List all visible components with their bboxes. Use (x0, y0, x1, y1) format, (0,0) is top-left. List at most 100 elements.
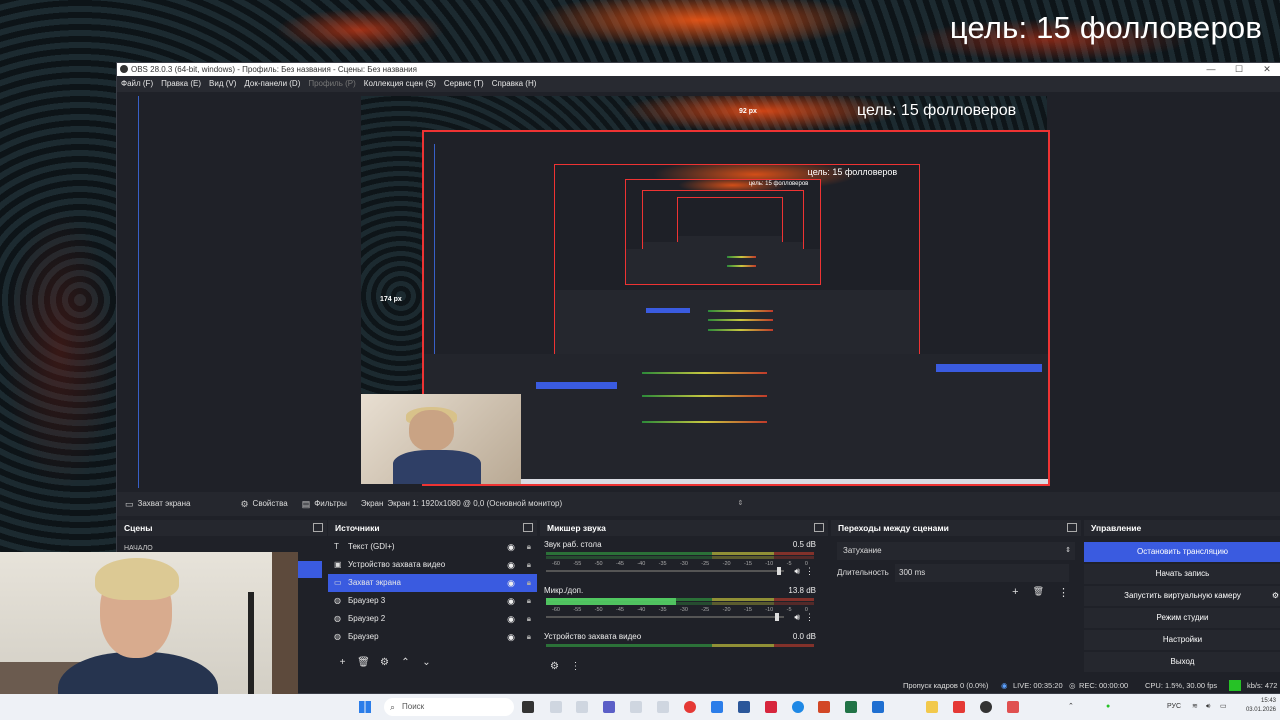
undock-icon[interactable] (1067, 523, 1077, 532)
studio-mode-button[interactable]: Режим студии (1084, 608, 1280, 628)
menu-tools[interactable]: Сервис (T) (440, 76, 488, 92)
file-icon[interactable] (576, 701, 588, 713)
filters-button[interactable]: ▤ Фильтры (302, 492, 347, 516)
nested-preview-1: цель: 15 фолловеров цель: 15 фолловеров (554, 164, 920, 356)
volume-slider[interactable] (546, 567, 784, 575)
gear-icon[interactable]: ⚙ (376, 655, 393, 670)
more-options-icon[interactable]: ⋮ (805, 612, 814, 623)
eye-icon[interactable]: ◉ (507, 556, 515, 574)
channel-db: 13.8 dB (788, 586, 816, 595)
menu-scene-collection[interactable]: Коллекция сцен (S) (360, 76, 440, 92)
move-up-icon[interactable]: ⌃ (397, 655, 414, 670)
trash-icon[interactable]: 🗑︎ (355, 655, 372, 670)
scale-tick: -45 (615, 561, 624, 567)
lock-icon[interactable]: 🔒︎ (527, 592, 531, 610)
eye-icon[interactable]: ◉ (507, 592, 515, 610)
tray-app-icon[interactable]: ● (1106, 694, 1110, 720)
speaker-icon[interactable]: 🔊︎ (794, 612, 800, 623)
undock-icon[interactable] (313, 523, 323, 532)
stop-streaming-button[interactable]: Остановить трансляцию (1084, 542, 1280, 562)
app-icon[interactable] (872, 701, 884, 713)
eye-icon[interactable]: ◉ (507, 628, 515, 646)
app-icon[interactable] (1007, 701, 1019, 713)
menu-edit[interactable]: Правка (E) (157, 76, 205, 92)
obs-taskbar-icon[interactable] (980, 701, 992, 713)
eye-icon[interactable]: ◉ (507, 538, 515, 556)
lock-icon[interactable]: 🔒︎ (527, 538, 531, 556)
preview-canvas[interactable]: цель: 15 фолловеров 92 px 174 px цель: 1… (117, 92, 1280, 492)
file-icon[interactable] (550, 701, 562, 713)
properties-button[interactable]: ⚙ Свойства (240, 492, 287, 516)
volume-slider-handle[interactable] (777, 567, 782, 575)
speaker-icon[interactable]: 🔊︎ (794, 566, 800, 577)
task-view-icon[interactable] (522, 701, 534, 713)
advanced-audio-icon[interactable]: ⚙ (546, 659, 563, 674)
teams-icon[interactable] (603, 701, 615, 713)
menu-docks[interactable]: Док-панели (D) (240, 76, 304, 92)
menu-bar: Файл (F) Правка (E) Вид (V) Док-панели (… (117, 76, 1280, 92)
powerpoint-icon[interactable] (818, 701, 830, 713)
app-icon[interactable] (711, 701, 723, 713)
source-item-video-capture[interactable]: ▣ Устройство захвата видео ◉ 🔒︎ (328, 556, 537, 574)
lock-icon[interactable]: 🔒︎ (527, 610, 531, 628)
taskbar-clock[interactable]: 15:43 03.01.2026 (1246, 697, 1276, 715)
lock-icon[interactable]: 🔒︎ (527, 574, 531, 592)
more-options-icon[interactable]: ⋮ (1058, 586, 1069, 599)
source-item-browser-3[interactable]: ◍ Браузер 3 ◉ 🔒︎ (328, 592, 537, 610)
excel-icon[interactable] (845, 701, 857, 713)
more-options-icon[interactable]: ⋮ (805, 566, 814, 577)
scale-tick: -50 (594, 607, 603, 613)
word-icon[interactable] (738, 701, 750, 713)
lock-icon[interactable]: 🔒︎ (527, 556, 531, 574)
move-down-icon[interactable]: ⌄ (418, 655, 435, 670)
yandex-icon[interactable] (953, 701, 965, 713)
speaker-icon[interactable]: 🔊︎ (1206, 694, 1210, 720)
transition-type-select[interactable]: Затухание ⇕ (837, 542, 1075, 560)
wifi-icon[interactable]: ≋ (1192, 694, 1198, 720)
start-virtual-camera-button[interactable]: Запустить виртуальную камеру ⚙ (1084, 586, 1280, 606)
undock-icon[interactable] (523, 523, 533, 532)
taskbar-search-box[interactable]: ⌕ Поиск (384, 698, 514, 716)
source-item-screen-capture[interactable]: ▭ Захват экрана ◉ 🔒︎ (328, 574, 537, 592)
start-recording-button[interactable]: Начать запись (1084, 564, 1280, 584)
duration-input[interactable]: 300 ms (895, 564, 1069, 582)
settings-button[interactable]: Настройки (1084, 630, 1280, 650)
menu-view[interactable]: Вид (V) (205, 76, 240, 92)
maximize-button[interactable]: ☐ (1225, 63, 1253, 76)
battery-icon[interactable]: ▭ (1220, 694, 1227, 720)
search-icon: ⌕ (390, 702, 396, 712)
source-item-browser-2[interactable]: ◍ Браузер 2 ◉ 🔒︎ (328, 610, 537, 628)
source-item-text[interactable]: T Текст (GDI+) ◉ 🔒︎ (328, 538, 537, 556)
menu-profile[interactable]: Профиль (P) (304, 76, 359, 92)
exit-button[interactable]: Выход (1084, 652, 1280, 672)
menu-file[interactable]: Файл (F) (117, 76, 157, 92)
tray-chevron-icon[interactable]: ⌃ (1068, 694, 1074, 720)
language-indicator[interactable]: РУС (1167, 694, 1181, 720)
trash-icon[interactable]: 🗑︎ (1033, 586, 1044, 599)
volume-slider[interactable] (546, 613, 784, 621)
minimize-button[interactable]: — (1197, 63, 1225, 76)
scale-tick: -55 (573, 561, 582, 567)
windows-start-icon[interactable] (359, 701, 371, 713)
scale-tick: -15 (743, 561, 752, 567)
eye-icon[interactable]: ◉ (507, 574, 515, 592)
lock-icon[interactable]: 🔒︎ (527, 628, 531, 646)
add-source-button[interactable]: + (334, 655, 351, 670)
close-button[interactable]: ✕ (1253, 63, 1280, 76)
yandex-browser-icon[interactable] (684, 701, 696, 713)
screen-select[interactable]: Экран 1: 1920x1080 @ 0,0 (Основной монит… (387, 497, 744, 511)
gear-icon[interactable]: ⚙ (1272, 586, 1279, 606)
edge-icon[interactable] (792, 701, 804, 713)
file-explorer-icon[interactable] (926, 701, 938, 713)
menu-help[interactable]: Справка (H) (488, 76, 541, 92)
undock-icon[interactable] (814, 523, 824, 532)
source-item-browser[interactable]: ◍ Браузер ◉ 🔒︎ (328, 628, 537, 646)
app-icon[interactable] (765, 701, 777, 713)
volume-slider-handle[interactable] (774, 613, 779, 621)
more-options-icon[interactable]: ⋮ (567, 659, 584, 674)
add-transition-button[interactable]: + (1012, 586, 1018, 599)
eye-icon[interactable]: ◉ (507, 610, 515, 628)
file-icon[interactable] (657, 701, 669, 713)
mixer-scale: -60 -55 -50 -45 -40 -35 -30 -25 -20 -15 -10 -5 0 (552, 561, 808, 567)
file-icon[interactable] (630, 701, 642, 713)
